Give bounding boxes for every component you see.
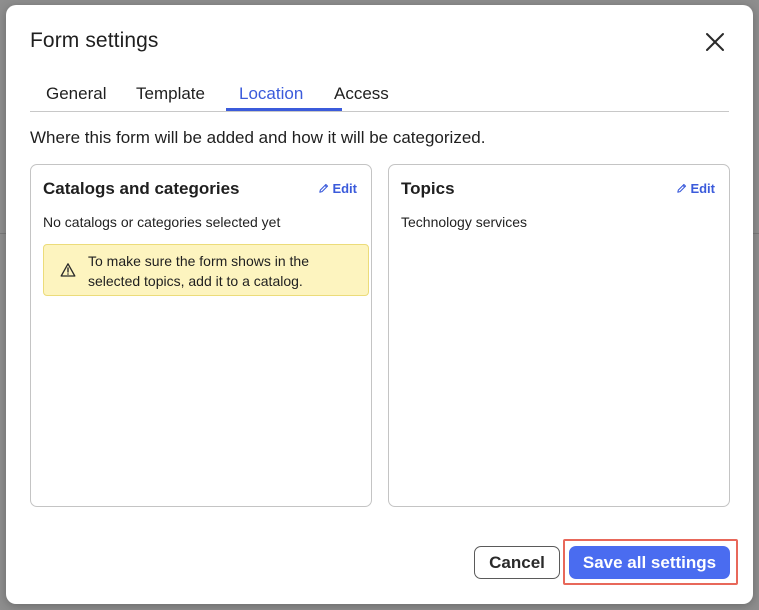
form-settings-dialog: Form settings General Template Location … <box>6 5 753 604</box>
topics-value: Technology services <box>401 214 528 230</box>
topics-card: Topics Edit Technology services <box>388 164 730 507</box>
warning-triangle-icon <box>60 263 76 277</box>
save-all-settings-button[interactable]: Save all settings <box>569 546 730 579</box>
dialog-title: Form settings <box>30 29 159 52</box>
pencil-icon <box>677 183 687 193</box>
close-icon <box>706 33 724 51</box>
pencil-icon <box>319 183 329 193</box>
catalogs-edit-label: Edit <box>332 181 357 196</box>
catalog-warning-banner: To make sure the form shows in the selec… <box>43 244 369 296</box>
tab-access[interactable]: Access <box>334 84 389 104</box>
location-description: Where this form will be added and how it… <box>30 128 486 147</box>
catalogs-empty-text: No catalogs or categories selected yet <box>43 214 281 230</box>
topics-edit-link[interactable]: Edit <box>676 181 715 196</box>
tab-template[interactable]: Template <box>136 84 205 104</box>
close-button[interactable] <box>702 29 728 55</box>
tab-general[interactable]: General <box>46 84 106 104</box>
cancel-button[interactable]: Cancel <box>474 546 560 579</box>
catalogs-card-title: Catalogs and categories <box>43 179 240 198</box>
active-tab-indicator <box>226 108 342 111</box>
settings-tabs: General Template Location Access <box>30 79 729 112</box>
topics-card-title: Topics <box>401 179 455 198</box>
catalogs-edit-link[interactable]: Edit <box>318 181 357 196</box>
tab-location[interactable]: Location <box>239 84 303 104</box>
topics-edit-label: Edit <box>690 181 715 196</box>
warning-message: To make sure the form shows in the selec… <box>88 253 309 289</box>
catalogs-card: Catalogs and categories Edit No catalogs… <box>30 164 372 507</box>
